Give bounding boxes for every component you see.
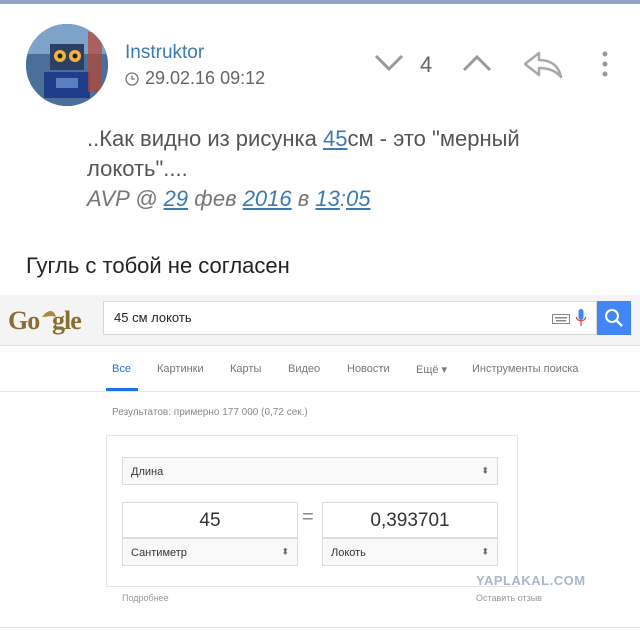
signature-in: в [297,186,310,211]
upvote-button[interactable] [461,52,493,79]
quote-text-prefix: ..Как видно из рисунка [87,126,323,151]
tab-news[interactable]: Новости [347,363,390,375]
reply-button[interactable] [522,50,564,85]
divider [0,627,640,628]
vote-score: 4 [420,52,433,77]
watermark: YAPLAKAL.COM [476,573,586,588]
signature-minute-link[interactable]: 05 [346,186,370,211]
signature-month: фев [194,186,237,211]
search-icon [605,309,623,327]
post-timestamp: 29.02.16 09:12 [125,68,265,89]
embedded-screenshot[interactable]: Go gle Все Карт [0,295,640,620]
select-arrows-icon: ⬍ [281,546,289,557]
signature-at: @ [135,186,158,211]
equals-sign: = [302,506,314,528]
robot-avatar-icon [26,24,108,106]
google-search-button[interactable] [597,301,631,335]
tab-search-tools[interactable]: Инструменты поиска [472,363,579,375]
tab-maps[interactable]: Карты [230,363,261,375]
post-body-text: Гугль с тобой не согласен [26,253,290,278]
select-arrows-icon: ⬍ [481,465,489,476]
vertical-dots-icon [602,51,608,77]
more-options-button[interactable] [600,50,610,85]
downvote-button[interactable] [373,52,405,79]
signature-year-link[interactable]: 2016 [243,186,292,211]
signature-hour-link[interactable]: 13 [315,186,339,211]
quote-block: ..Как видно из рисунка 45см - это "мерны… [87,124,607,184]
results-count: Результатов: примерно 177 000 (0,72 сек.… [112,407,308,418]
clock-icon [125,71,139,86]
tab-video[interactable]: Видео [288,363,320,375]
google-doodle-logo: Go gle [8,305,92,345]
right-unit-value: Локоть [331,547,366,559]
left-unit-select[interactable]: Сантиметр ⬍ [122,538,298,566]
category-select[interactable]: Длина ⬍ [122,457,498,485]
category-select-value: Длина [131,466,164,478]
google-header: Go gle [0,295,640,346]
select-arrows-icon: ⬍ [481,546,489,557]
feedback-link[interactable]: Оставить отзыв [476,593,542,603]
signature-day-link[interactable]: 29 [164,186,188,211]
tab-images[interactable]: Картинки [157,363,204,375]
top-border [0,0,640,4]
google-search-input[interactable] [112,309,536,326]
chevron-up-icon [462,54,492,72]
right-value-input[interactable]: 0,393701 [322,502,498,538]
avatar[interactable] [26,24,108,106]
svg-text:Go: Go [8,306,40,335]
reply-arrow-icon [523,51,563,79]
more-link[interactable]: Подробнее [122,593,169,603]
chevron-down-icon [374,54,404,72]
author-name[interactable]: Instruktor [125,42,204,64]
left-unit-value: Сантиметр [131,547,187,559]
quote-signature: AVP @ 29 фев 2016 в 13:05 [87,186,370,212]
active-tab-indicator [106,388,138,391]
tab-more[interactable]: Ещё ▾ [416,363,447,376]
signature-author: AVP [87,186,129,211]
google-search-box[interactable] [103,301,597,335]
microphone-icon[interactable] [576,309,586,327]
left-value-input[interactable]: 45 [122,502,298,538]
timestamp-text: 29.02.16 09:12 [145,68,266,88]
tab-all[interactable]: Все [112,363,131,375]
keyboard-icon[interactable] [552,314,570,324]
right-unit-select[interactable]: Локоть ⬍ [322,538,498,566]
quote-link-value[interactable]: 45 [323,126,347,151]
svg-text:gle: gle [52,306,81,335]
google-tabs: Все Картинки Карты Видео Новости Ещё ▾ И… [0,345,640,392]
